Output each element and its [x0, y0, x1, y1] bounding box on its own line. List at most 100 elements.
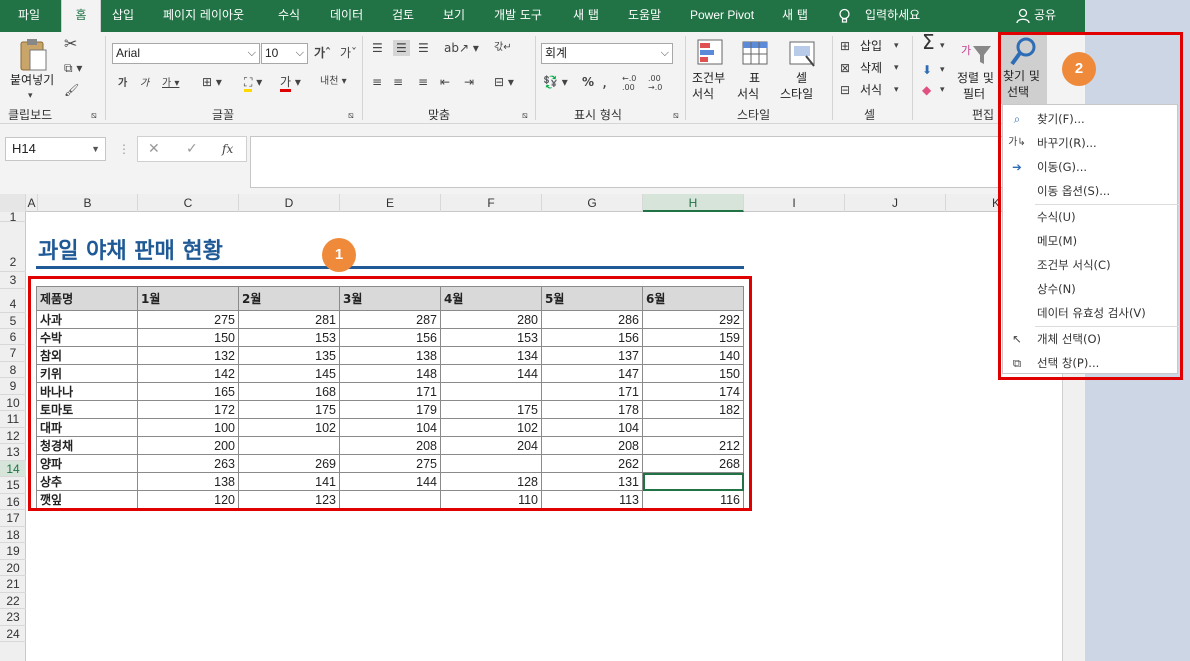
wrap-text-icon[interactable]: 갃↵	[494, 40, 512, 56]
tab-data[interactable]: 데이터	[330, 0, 363, 32]
align-right-icon[interactable]: ≡	[418, 74, 428, 90]
formula-input[interactable]	[250, 136, 1085, 188]
accounting-format-icon[interactable]: 💱 ▾	[543, 74, 568, 90]
increase-indent-icon[interactable]: ⇥	[464, 74, 474, 90]
bold-icon[interactable]: 가	[118, 76, 127, 92]
row-header[interactable]: 12	[0, 428, 26, 444]
row-header[interactable]: 10	[0, 395, 26, 411]
increase-decimal-icon[interactable]: ←.0.00	[622, 74, 636, 92]
copy-icon[interactable]: ⧉ ▾	[64, 60, 82, 76]
merge-center-icon[interactable]: ⊟ ▾	[494, 74, 514, 90]
paste-button[interactable]: 붙여넣기 ▾	[8, 36, 58, 102]
column-header-h[interactable]: H	[643, 194, 744, 212]
dialog-launcher-icon[interactable]: ⧅	[348, 108, 354, 124]
fill-icon[interactable]: ⬇	[922, 62, 932, 78]
column-header-j[interactable]: J	[845, 194, 946, 212]
column-header-g[interactable]: G	[542, 194, 643, 212]
conditional-formatting-button[interactable]: 조건부 서식	[690, 36, 732, 104]
row-header[interactable]: 13	[0, 444, 26, 461]
dialog-launcher-icon[interactable]: ⧅	[91, 108, 97, 124]
column-header-a[interactable]: A	[26, 194, 38, 212]
underline-icon[interactable]: 가 ▾	[162, 76, 179, 92]
clear-icon[interactable]: ◆	[922, 82, 931, 98]
tab-home[interactable]: 홈	[61, 0, 101, 32]
column-header-i[interactable]: I	[744, 194, 845, 212]
format-painter-icon[interactable]: 🖌	[64, 82, 79, 98]
border-icon[interactable]: ⊞ ▾	[202, 74, 222, 90]
row-header[interactable]: 20	[0, 560, 26, 576]
decrease-decimal-icon[interactable]: .00 →.0	[648, 74, 662, 92]
sheet-title[interactable]: 과일 야채 판매 현황	[38, 233, 223, 265]
tab-power-pivot[interactable]: Power Pivot	[690, 0, 754, 32]
row-header[interactable]: 3	[0, 272, 26, 289]
row-header[interactable]: 17	[0, 510, 26, 527]
row-header[interactable]: 15	[0, 477, 26, 494]
row-header[interactable]: 18	[0, 527, 26, 543]
cancel-icon[interactable]: ✕	[148, 141, 160, 157]
row-header[interactable]: 23	[0, 609, 26, 626]
row-header[interactable]: 19	[0, 543, 26, 560]
autosum-icon[interactable]: Σ	[922, 32, 935, 52]
tab-developer[interactable]: 개발 도구	[494, 0, 542, 32]
row-header[interactable]: 24	[0, 626, 26, 642]
decrease-indent-icon[interactable]: ⇤	[440, 74, 450, 90]
font-size-combo[interactable]: 10 ⌵	[261, 43, 308, 64]
insert-function-icon[interactable]: fx	[222, 141, 233, 157]
tab-page-layout[interactable]: 페이지 레이아웃	[163, 0, 244, 32]
font-name-combo[interactable]: Arial ⌵	[112, 43, 260, 64]
row-header[interactable]: 7	[0, 345, 26, 362]
cell-styles-button[interactable]: 셀 스타일	[780, 36, 826, 104]
tab-new-1[interactable]: 새 탭	[573, 0, 599, 32]
tab-formulas[interactable]: 수식	[278, 0, 300, 32]
tab-insert[interactable]: 삽입	[112, 0, 134, 32]
italic-icon[interactable]: 가	[140, 76, 149, 92]
orientation-icon[interactable]: ab↗ ▾	[444, 40, 479, 56]
increase-font-icon[interactable]: 가ˆ	[314, 45, 331, 61]
row-header[interactable]: 4	[0, 289, 26, 313]
tab-new-2[interactable]: 새 탭	[782, 0, 808, 32]
phonetic-icon[interactable]: 내천 ▾	[320, 74, 347, 90]
delete-cells-button[interactable]: ⊠ 삭제 ▾	[840, 60, 910, 80]
number-format-combo[interactable]: 회계 ⌵	[541, 43, 673, 64]
align-top-icon[interactable]: ☰	[372, 40, 383, 56]
tab-review[interactable]: 검토	[392, 0, 414, 32]
enter-icon[interactable]: ✓	[186, 141, 198, 157]
row-header[interactable]: 9	[0, 378, 26, 395]
tab-file[interactable]: 파일	[18, 0, 40, 32]
sort-filter-button[interactable]: 가 정렬 및 필터	[955, 36, 1001, 104]
name-box-value: H14	[12, 141, 36, 156]
row-header[interactable]: 1	[0, 211, 26, 223]
tab-help[interactable]: 도움말	[628, 0, 661, 32]
row-header[interactable]: 5	[0, 313, 26, 329]
column-header-d[interactable]: D	[239, 194, 340, 212]
font-color-icon[interactable]: 가 ▾	[280, 74, 301, 92]
cut-icon[interactable]: ✂	[64, 36, 77, 52]
row-header[interactable]: 11	[0, 411, 26, 428]
column-header-c[interactable]: C	[138, 194, 239, 212]
row-header-selected[interactable]: 14	[0, 461, 26, 477]
align-left-icon[interactable]: ≡	[372, 74, 382, 90]
row-header[interactable]: 2	[0, 222, 26, 272]
format-cells-button[interactable]: ⊟ 서식 ▾	[840, 82, 910, 102]
insert-cells-button[interactable]: ⊞ 삽입 ▾	[840, 38, 910, 58]
tab-view[interactable]: 보기	[443, 0, 465, 32]
row-header[interactable]: 21	[0, 576, 26, 593]
comma-style-icon[interactable]: ,	[602, 74, 607, 90]
fill-color-icon[interactable]: ⛶ ▾	[244, 74, 262, 92]
align-center-icon[interactable]: ≡	[393, 74, 403, 90]
decrease-font-icon[interactable]: 가ˇ	[340, 45, 357, 61]
percent-icon[interactable]: %	[582, 74, 594, 90]
name-box[interactable]: H14 ▼	[5, 137, 106, 161]
column-header-e[interactable]: E	[340, 194, 441, 212]
row-header[interactable]: 22	[0, 593, 26, 609]
dialog-launcher-icon[interactable]: ⧅	[673, 108, 679, 124]
format-as-table-button[interactable]: 표 서식	[735, 36, 777, 104]
column-header-f[interactable]: F	[441, 194, 542, 212]
align-middle-icon[interactable]: ☰	[393, 40, 410, 56]
align-bottom-icon[interactable]: ☰	[418, 40, 429, 56]
column-header-b[interactable]: B	[38, 194, 138, 212]
row-header[interactable]: 6	[0, 329, 26, 345]
row-header[interactable]: 16	[0, 494, 26, 510]
row-header[interactable]: 8	[0, 362, 26, 378]
dialog-launcher-icon[interactable]: ⧅	[522, 108, 528, 124]
